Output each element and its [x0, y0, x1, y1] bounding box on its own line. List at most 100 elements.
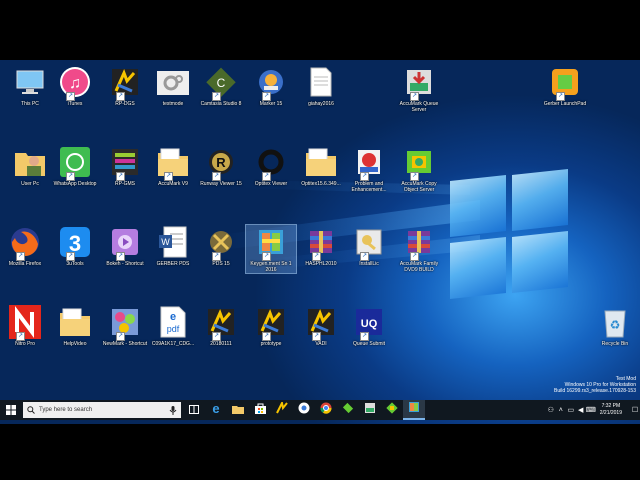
- shortcut-arrow-icon: ↗: [66, 252, 75, 261]
- shortcut-arrow-icon: ↗: [212, 172, 221, 181]
- desktop-icon[interactable]: ↗ NewMark - Shortcut: [100, 305, 150, 347]
- desktop-icon[interactable]: ↗ Marker 15: [246, 65, 296, 107]
- people-icon[interactable]: ⚇: [546, 400, 556, 420]
- shortcut-arrow-icon: ↗: [16, 252, 25, 261]
- accumark-copy-icon: ↗: [402, 145, 436, 181]
- desktop-icon[interactable]: ↗ 20180111: [196, 305, 246, 347]
- desktop-icon[interactable]: giahay2016: [296, 65, 346, 107]
- start-button[interactable]: [0, 400, 22, 420]
- desktop-icon[interactable]: HelpVideo: [50, 305, 100, 347]
- desktop-icon[interactable]: Optitex15.6.349...: [296, 145, 346, 187]
- folder-icon: [58, 305, 92, 339]
- shortcut-arrow-icon: ↗: [360, 252, 369, 261]
- desktop-icon-label: Problem and Enhancement...: [351, 181, 387, 193]
- search-box[interactable]: Type here to search: [23, 402, 181, 418]
- winrar-icon: ↗: [402, 225, 436, 261]
- volume-icon[interactable]: ◀: [576, 400, 586, 420]
- desktop-icon-label: User Pc: [21, 181, 39, 187]
- desktop-icon[interactable]: ↗ HASPHL2010: [296, 225, 346, 267]
- marker-icon: ↗: [254, 65, 288, 101]
- desktop-icon[interactable]: ↗ RP-DGS: [100, 65, 150, 107]
- desktop-icon-label: GERBER PDS: [156, 261, 190, 267]
- desktop-icon-label: HASPHL2010: [305, 261, 337, 267]
- desktop-icon-label: iTunes: [67, 101, 83, 107]
- task-view-taskbar-button[interactable]: [183, 400, 205, 420]
- desktop-icon[interactable]: This PC: [5, 65, 55, 107]
- shortcut-arrow-icon: ↗: [212, 92, 221, 101]
- desktop[interactable]: This PC ♫ ↗ iTunes ↗ RP-DGS testmode C ↗ Camtasia…: [0, 60, 640, 424]
- app-5-taskbar-button[interactable]: [403, 400, 425, 420]
- desktop-icon[interactable]: ↗ AccuMark Queue Server: [394, 65, 444, 113]
- desktop-icon-label: Runway Viewer 15: [200, 181, 242, 187]
- text-file-icon: [304, 65, 338, 99]
- desktop-icon[interactable]: R ↗ Runway Viewer 15: [196, 145, 246, 187]
- this-pc-icon: [13, 65, 47, 99]
- keygen-icon: ↗: [254, 225, 288, 261]
- file-explorer-taskbar-button[interactable]: [227, 400, 249, 420]
- desktop-icon[interactable]: W GERBER PDS: [148, 225, 198, 267]
- camtasia-icon: C ↗: [204, 65, 238, 101]
- desktop-icon[interactable]: ↗ Mozilla Firefox: [0, 225, 50, 267]
- edge-taskbar-button[interactable]: e: [205, 400, 227, 420]
- desktop-icon[interactable]: ↗ AccuMark Copy Object Server: [394, 145, 444, 193]
- shortcut-arrow-icon: ↗: [312, 252, 321, 261]
- desktop-icon[interactable]: ↗ WhatsApp Desktop: [50, 145, 100, 187]
- desktop-icon[interactable]: ↗ AccuMark Family DVD9 BUILD: [394, 225, 444, 273]
- shortcut-arrow-icon: ↗: [116, 92, 125, 101]
- desktop-icon[interactable]: ↗ Bokeh - Shortcut: [100, 225, 150, 267]
- desktop-icon[interactable]: ↗ Problem and Enhancement...: [344, 145, 394, 193]
- clock-time: 7:32 PM: [601, 403, 621, 409]
- desktop-icon-label: Nitro Pro: [15, 341, 35, 347]
- network-icon[interactable]: ▭: [566, 400, 576, 420]
- desktop-icon-label: RP-GMS: [115, 181, 135, 187]
- desktop-icon[interactable]: testmode: [148, 65, 198, 107]
- taskbar: Type here to search e ⚇ ˄ ▭ ◀ ⌨ 7:32 PM …: [0, 399, 640, 420]
- clock-date: 2/21/2019: [599, 410, 622, 416]
- svg-text:♫: ♫: [69, 75, 81, 92]
- app-4-taskbar-button[interactable]: [381, 400, 403, 420]
- store-taskbar-button[interactable]: [249, 400, 271, 420]
- desktop-icon[interactable]: ↗ Gerber LaunchPad: [540, 65, 590, 107]
- folder-icon: [304, 145, 338, 179]
- svg-text:UQ: UQ: [361, 318, 378, 330]
- desktop-icon[interactable]: ↗ InstallLic: [344, 225, 394, 267]
- app-icon-5: [408, 400, 420, 418]
- app-2-taskbar-button[interactable]: [337, 400, 359, 420]
- gerber-launchpad-icon: ↗: [548, 65, 582, 101]
- desktop-icon[interactable]: ↗ RP-GMS: [100, 145, 150, 187]
- desktop-icon[interactable]: ↗ Nitro Pro: [0, 305, 50, 347]
- app-1-taskbar-button[interactable]: [271, 399, 293, 420]
- desktop-icon[interactable]: User Pc: [5, 145, 55, 187]
- clock[interactable]: 7:32 PM 2/21/2019: [600, 403, 622, 417]
- desktop-icon[interactable]: UQ ↗ Queue Submit: [344, 305, 394, 347]
- desktop-icon[interactable]: ↗ Keygen.ment Sn 1 2016: [245, 224, 297, 274]
- word-doc-icon: W: [156, 225, 190, 259]
- queue-submit-icon: UQ ↗: [352, 305, 386, 341]
- desktop-icon[interactable]: ↗ prototype: [246, 305, 296, 347]
- microphone-icon[interactable]: [169, 405, 177, 415]
- desktop-icon[interactable]: ♻ Recycle Bin: [590, 305, 640, 347]
- keyboard-language-icon[interactable]: ⌨: [586, 400, 596, 420]
- desktop-icon[interactable]: ↗ PDS 15: [196, 225, 246, 267]
- desktop-icon[interactable]: C ↗ Camtasia Studio 8: [196, 65, 246, 107]
- desktop-icon[interactable]: ↗ VADI: [296, 305, 346, 347]
- desktop-icon[interactable]: ↗ AccuMark V9: [148, 145, 198, 187]
- whatsapp-icon: ↗: [58, 145, 92, 181]
- chrome-taskbar-button[interactable]: [315, 400, 337, 420]
- edge-icon: e: [210, 401, 222, 419]
- accumark-queue-icon: ↗: [402, 65, 436, 101]
- chrome-icon: [320, 401, 332, 419]
- desktop-icon-label: Marker 15: [259, 101, 283, 107]
- desktop-icon[interactable]: ↗ Optitex Viewer: [246, 145, 296, 187]
- desktop-icon[interactable]: 3 ↗ 3uTools: [50, 225, 100, 267]
- shortcut-arrow-icon: ↗: [312, 332, 321, 341]
- app-3-taskbar-button[interactable]: [359, 400, 381, 420]
- desktop-icon-label: prototype: [260, 341, 282, 347]
- desktop-icon-label: 3uTools: [66, 261, 84, 267]
- show-hidden-icons-chevron[interactable]: ˄: [556, 400, 566, 420]
- desktop-icon[interactable]: ♫ ↗ iTunes: [50, 65, 100, 107]
- desktop-icon-label: 20180111: [210, 341, 232, 347]
- notifications-icon[interactable]: ☐: [630, 400, 640, 420]
- desktop-icon[interactable]: e pdf C09A1K17_CDG...: [148, 305, 198, 347]
- chrome-alt-taskbar-button[interactable]: [293, 400, 315, 420]
